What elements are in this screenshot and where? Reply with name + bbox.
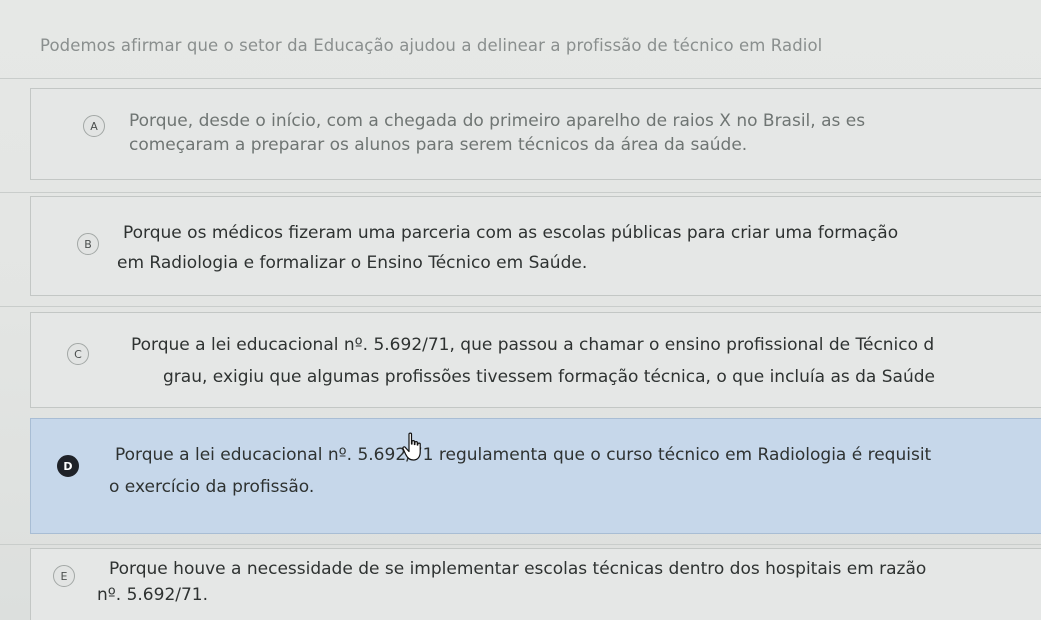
- quiz-screen: Podemos afirmar que o setor da Educação …: [0, 0, 1041, 620]
- option-b-text-line1: Porque os médicos fizeram uma parceria c…: [123, 223, 899, 243]
- option-e-text-line2: nº. 5.692/71.: [97, 585, 209, 605]
- option-b[interactable]: B Porque os médicos fizeram uma parceria…: [30, 196, 1041, 296]
- option-c-text-line1: Porque a lei educacional nº. 5.692/71, q…: [131, 335, 935, 355]
- option-a-text-line2: começaram a preparar os alunos para sere…: [129, 135, 748, 155]
- divider: [0, 192, 1041, 193]
- option-c[interactable]: C Porque a lei educacional nº. 5.692/71,…: [30, 312, 1041, 408]
- option-a-text-line1: Porque, desde o início, com a chegada do…: [129, 111, 866, 131]
- question-text: Podemos afirmar que o setor da Educação …: [40, 36, 823, 55]
- option-b-badge: B: [77, 233, 99, 255]
- option-c-text-line2: grau, exigiu que algumas profissões tive…: [163, 367, 935, 387]
- option-d-text-line1: Porque a lei educacional nº. 5.692/71 re…: [115, 445, 932, 465]
- option-a-badge: A: [83, 115, 105, 137]
- option-c-badge: C: [67, 343, 89, 365]
- option-d-badge: D: [57, 455, 79, 477]
- option-a[interactable]: A Porque, desde o início, com a chegada …: [30, 88, 1041, 180]
- divider: [0, 544, 1041, 545]
- option-b-text-line2: em Radiologia e formalizar o Ensino Técn…: [117, 253, 588, 273]
- option-e-text-line1: Porque houve a necessidade de se impleme…: [109, 559, 927, 579]
- option-e-badge: E: [53, 565, 75, 587]
- option-e[interactable]: E Porque houve a necessidade de se imple…: [30, 548, 1041, 620]
- option-d[interactable]: D Porque a lei educacional nº. 5.692/71 …: [30, 418, 1041, 534]
- divider: [0, 78, 1041, 79]
- hand-pointer-icon: [402, 432, 421, 461]
- divider: [0, 306, 1041, 307]
- option-d-text-line2: o exercício da profissão.: [109, 477, 315, 497]
